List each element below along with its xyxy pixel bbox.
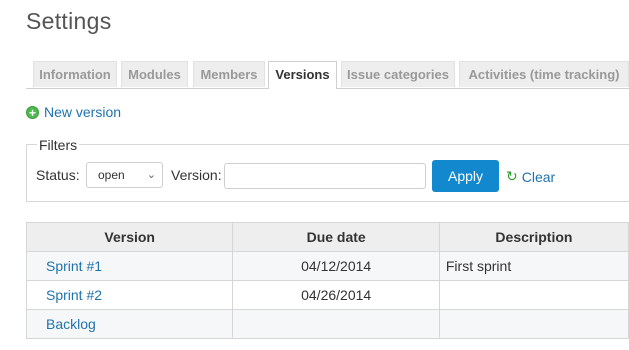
new-version-label: New version <box>44 104 122 120</box>
chevron-down-icon: ⌄ <box>146 169 156 181</box>
status-select-value: open <box>98 168 125 182</box>
add-icon: + <box>26 105 39 119</box>
status-label: Status: <box>36 167 80 183</box>
table-row: Sprint #2 04/26/2014 <box>25 280 629 310</box>
version-link[interactable]: Sprint #1 <box>25 251 234 281</box>
tab-members[interactable]: Members <box>193 61 265 87</box>
table-row: Backlog <box>25 309 629 339</box>
status-select[interactable]: open ⌄ <box>86 162 163 188</box>
due-date-cell <box>232 309 440 339</box>
version-input[interactable] <box>224 163 426 189</box>
new-version-link[interactable]: + New version <box>26 104 121 120</box>
due-date-cell: 04/12/2014 <box>232 251 440 281</box>
clear-label: Clear <box>521 168 556 185</box>
tab-activities-time-tracking[interactable]: Activities (time tracking) <box>459 61 629 87</box>
due-date-cell: 04/26/2014 <box>232 280 440 310</box>
tab-information[interactable]: Information <box>33 61 117 87</box>
versions-table: Version Due date Description Sprint #1 0… <box>25 222 629 339</box>
table-header-row: Version Due date Description <box>25 222 629 252</box>
tab-versions[interactable]: Versions <box>268 61 337 89</box>
column-header-description[interactable]: Description <box>438 222 629 252</box>
table-row: Sprint #1 04/12/2014 First sprint <box>25 251 629 281</box>
description-cell <box>438 280 629 310</box>
reload-icon: ↻ <box>506 168 518 184</box>
column-header-due-date[interactable]: Due date <box>232 222 440 252</box>
version-link[interactable]: Sprint #2 <box>25 280 234 310</box>
apply-button[interactable]: Apply <box>432 160 499 192</box>
project-settings-tabs: Information Modules Members Versions Iss… <box>26 61 629 89</box>
filters-legend: Filters <box>37 137 80 153</box>
clear-link[interactable]: ↻ Clear <box>506 168 555 185</box>
version-label: Version: <box>171 167 222 183</box>
column-header-version[interactable]: Version <box>25 222 234 252</box>
description-cell: First sprint <box>438 251 629 281</box>
version-link[interactable]: Backlog <box>25 309 234 339</box>
description-cell <box>438 309 629 339</box>
tab-modules[interactable]: Modules <box>121 61 188 87</box>
tab-issue-categories[interactable]: Issue categories <box>341 61 455 87</box>
page-title: Settings <box>26 8 112 34</box>
